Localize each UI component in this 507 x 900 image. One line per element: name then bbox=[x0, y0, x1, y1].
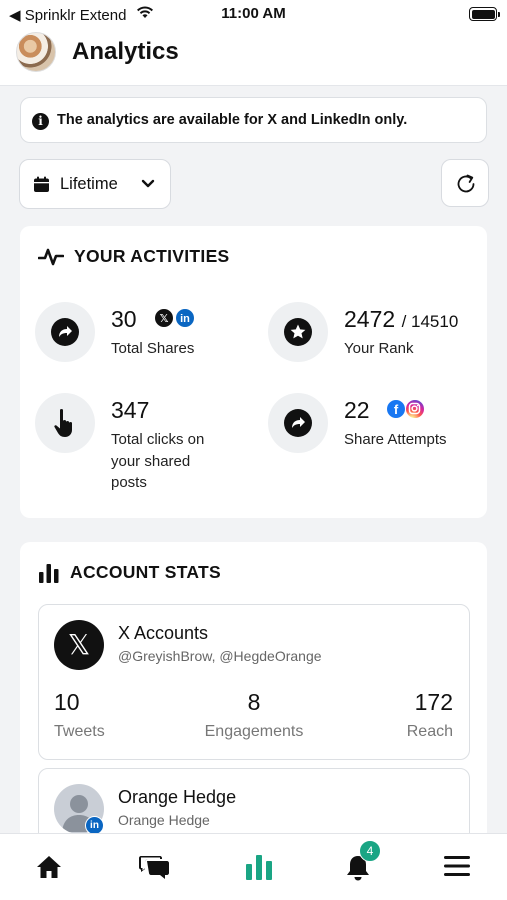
status-time: 11:00 AM bbox=[221, 5, 286, 22]
refresh-icon bbox=[457, 174, 475, 193]
share-icon bbox=[268, 393, 328, 453]
x-logo-icon: 𝕏 bbox=[154, 308, 174, 328]
chevron-down-icon bbox=[141, 179, 155, 188]
total-shares-value: 30 bbox=[111, 306, 137, 332]
user-avatar[interactable] bbox=[16, 32, 56, 72]
reach-label: Reach bbox=[406, 723, 453, 740]
hamburger-menu-icon bbox=[444, 856, 470, 876]
x-logo-icon: 𝕏 bbox=[54, 620, 104, 670]
x-accounts-name: X Accounts bbox=[118, 623, 209, 643]
chat-bubbles-icon bbox=[139, 856, 169, 879]
share-attempts-value: 22 bbox=[344, 397, 370, 423]
tab-messages[interactable] bbox=[124, 834, 184, 900]
period-dropdown[interactable]: Lifetime bbox=[19, 159, 171, 209]
tab-home[interactable] bbox=[19, 834, 79, 900]
total-shares-label: Total Shares bbox=[111, 340, 195, 357]
tab-menu[interactable] bbox=[427, 834, 487, 900]
account-stats-card: ACCOUNT STATS 𝕏 X Accounts @GreyishBrow,… bbox=[20, 542, 487, 842]
tweets-value: 10 bbox=[54, 689, 80, 715]
home-icon bbox=[37, 856, 61, 878]
share-attempts-metric: 22 f Share Attempts bbox=[268, 393, 478, 463]
info-icon: i bbox=[32, 113, 49, 130]
reach-stat: 172 Reach bbox=[407, 689, 453, 741]
star-icon bbox=[268, 302, 328, 362]
x-accounts-handles: @GreyishBrow, @HegdeOrange bbox=[118, 648, 322, 664]
notification-count-badge: 4 bbox=[359, 840, 381, 862]
linkedin-account-name: Orange Hedge bbox=[118, 787, 237, 807]
bar-chart-icon bbox=[39, 563, 59, 583]
calendar-icon bbox=[34, 176, 49, 192]
tweets-label: Tweets bbox=[54, 723, 105, 740]
tweets-stat: 10 Tweets bbox=[54, 689, 105, 741]
period-label: Lifetime bbox=[60, 175, 118, 193]
facebook-logo-icon: f bbox=[386, 399, 406, 419]
tab-analytics[interactable] bbox=[229, 834, 289, 900]
reach-value: 172 bbox=[414, 689, 453, 715]
bottom-tab-bar bbox=[0, 833, 507, 900]
instagram-logo-icon bbox=[405, 399, 425, 419]
share-icon bbox=[35, 302, 95, 362]
pointer-hand-icon bbox=[35, 393, 95, 453]
clicks-metric: 347 Total clicks on your shared posts bbox=[35, 393, 255, 493]
total-shares-metric: 30 𝕏 in Total Shares bbox=[35, 302, 255, 372]
account-stats-title: ACCOUNT STATS bbox=[70, 562, 222, 582]
engagements-label: Engagements bbox=[204, 723, 304, 740]
activities-title: YOUR ACTIVITIES bbox=[74, 246, 230, 266]
account-stats-header: ACCOUNT STATS bbox=[38, 562, 221, 583]
info-banner: i The analytics are available for X and … bbox=[20, 97, 487, 143]
bar-chart-icon bbox=[246, 855, 272, 880]
linkedin-logo-icon: in bbox=[175, 308, 195, 328]
activities-card: YOUR ACTIVITIES 30 𝕏 in Total Shares 247… bbox=[20, 226, 487, 518]
linkedin-account-subtitle: Orange Hedge bbox=[118, 812, 210, 828]
engagements-stat: 8 Engagements bbox=[199, 689, 309, 741]
status-bar: ◀ Sprinklr Extend 11:00 AM bbox=[0, 0, 507, 28]
rank-value: 2472 / 14510 bbox=[344, 306, 459, 332]
activity-pulse-icon bbox=[38, 248, 64, 265]
engagements-value: 8 bbox=[247, 689, 261, 715]
info-banner-text: The analytics are available for X and Li… bbox=[57, 112, 408, 128]
clicks-value: 347 bbox=[111, 397, 150, 423]
battery-icon bbox=[469, 7, 500, 21]
refresh-button[interactable] bbox=[441, 159, 489, 207]
clicks-label: Total clicks on your shared posts bbox=[111, 431, 205, 491]
rank-label: Your Rank bbox=[344, 340, 414, 357]
app-header: Analytics bbox=[0, 28, 507, 86]
rank-metric: 2472 / 14510 Your Rank bbox=[268, 302, 478, 372]
x-accounts-card[interactable]: 𝕏 X Accounts @GreyishBrow, @HegdeOrange … bbox=[38, 604, 470, 760]
page-title: Analytics bbox=[72, 38, 179, 65]
activities-header: YOUR ACTIVITIES bbox=[38, 246, 230, 267]
linkedin-account-card[interactable]: in Orange Hedge Orange Hedge bbox=[38, 768, 470, 842]
share-attempts-label: Share Attempts bbox=[344, 431, 447, 448]
rank-total: / 14510 bbox=[401, 312, 459, 331]
